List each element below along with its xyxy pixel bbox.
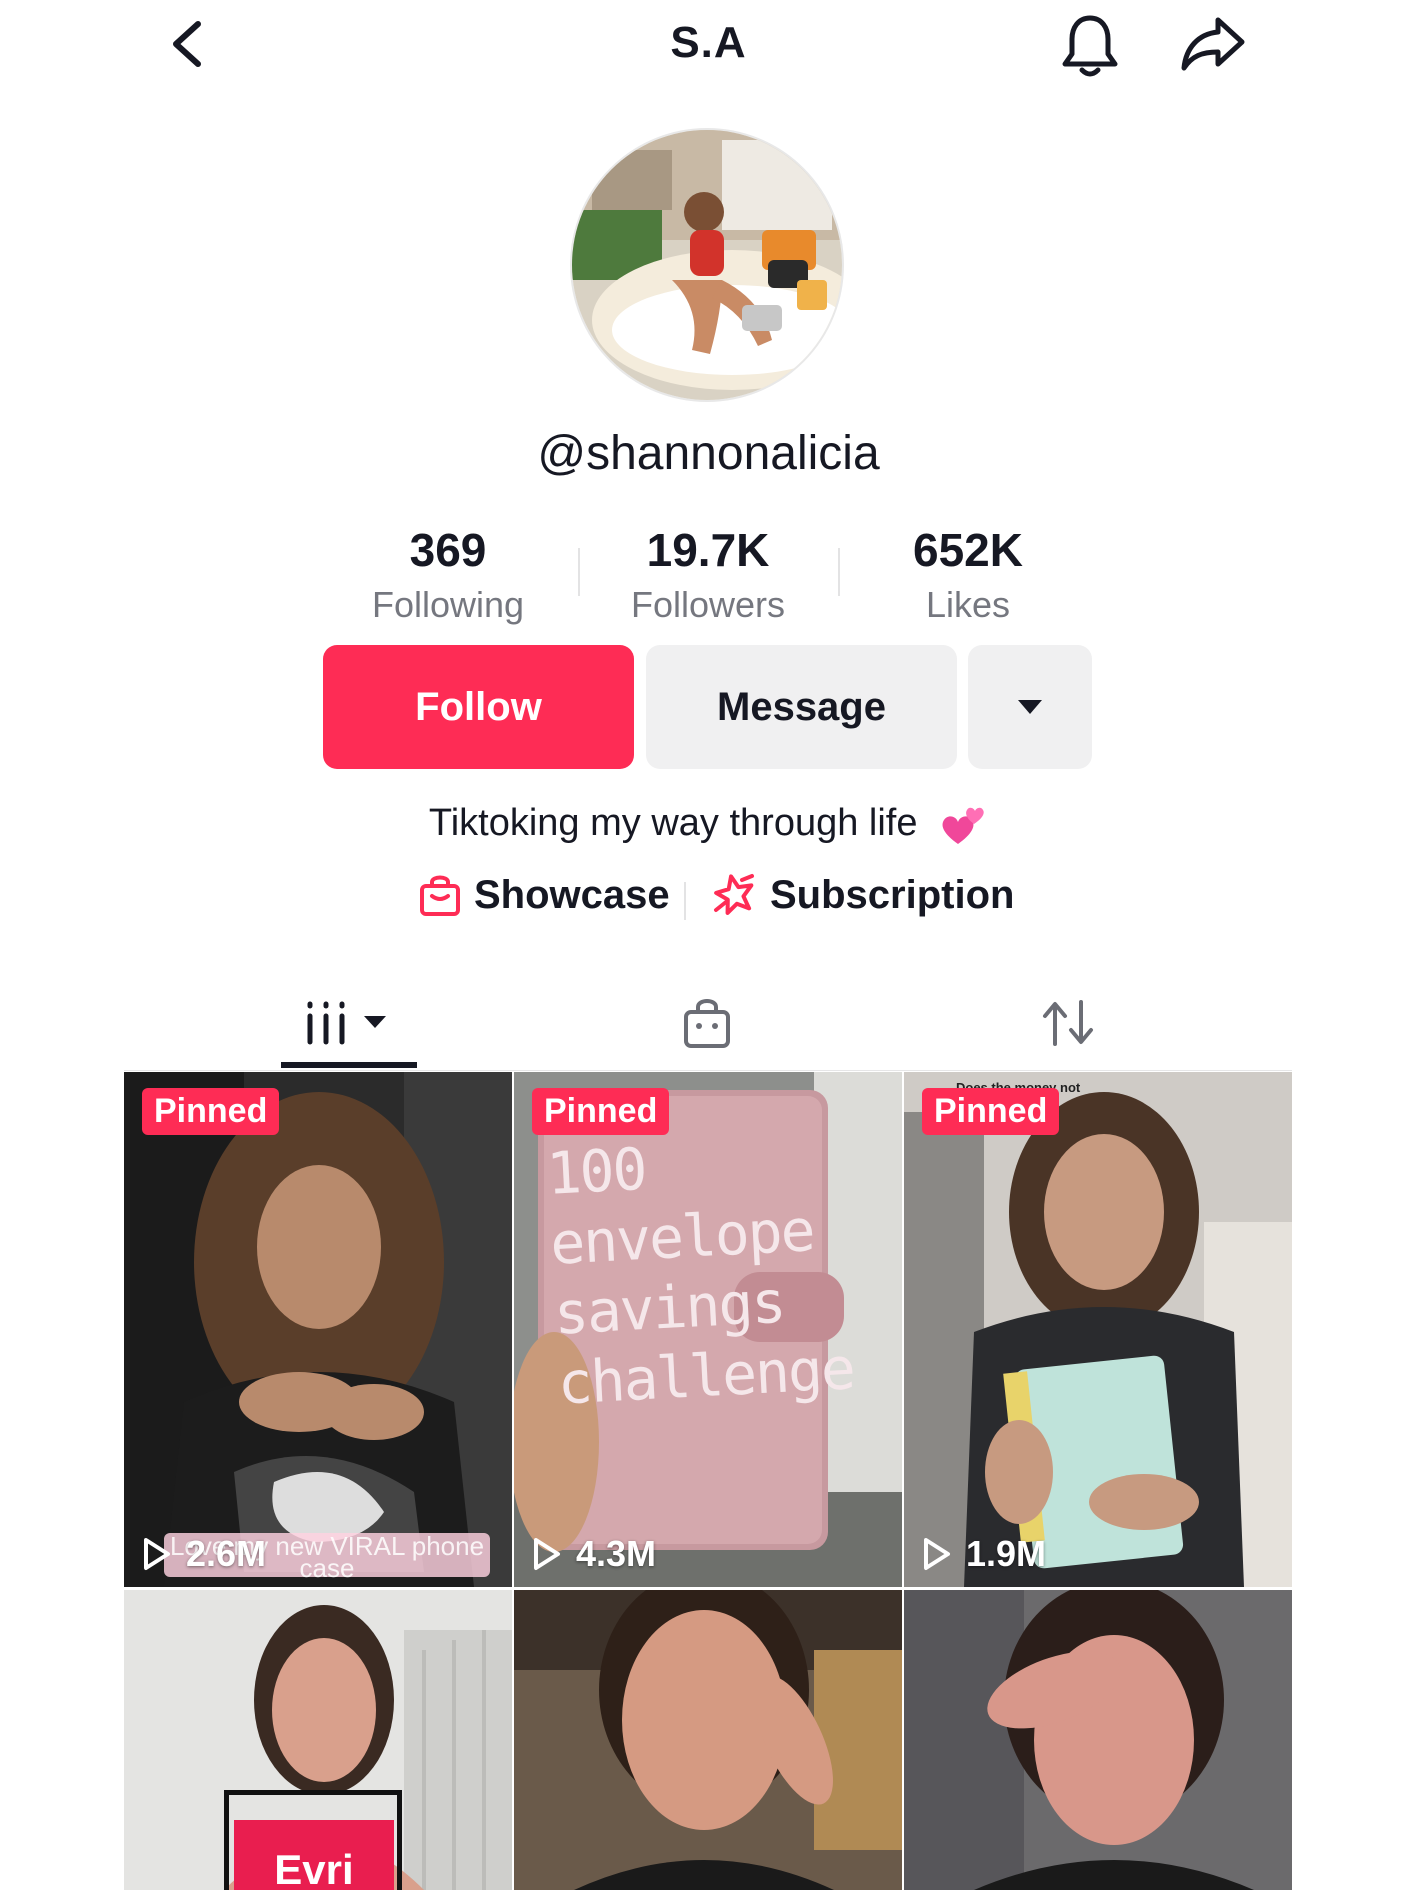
stat-following[interactable]: 369 Following xyxy=(318,522,578,632)
pinned-badge: Pinned xyxy=(532,1088,670,1135)
video-grid: Pinned Love my new VIRAL phone case 2.6M… xyxy=(124,1072,1292,1890)
share-arrow-icon xyxy=(1181,17,1245,71)
likes-count: 652K xyxy=(913,524,1023,576)
following-label: Following xyxy=(371,584,525,625)
showcase-link[interactable]: Showcase xyxy=(418,872,670,918)
notebook-cover-text: 100 envelope savings challenge xyxy=(544,1134,856,1418)
video-5-preview xyxy=(514,1590,902,1890)
likes-label: Likes xyxy=(925,584,1011,625)
video-thumbnail-4[interactable]: Evri xyxy=(124,1590,512,1890)
stat-likes[interactable]: 652K Likes xyxy=(838,522,1098,632)
content-tabs xyxy=(124,975,1292,1071)
profile-stats: 369 Following 19.7K Followers 652K Likes xyxy=(0,522,1417,632)
repost-icon xyxy=(1043,1000,1093,1046)
showcase-label: Showcase xyxy=(474,872,670,917)
followers-label: Followers xyxy=(630,584,786,625)
video-1-preview xyxy=(124,1072,512,1587)
suggested-accounts-button[interactable] xyxy=(968,645,1092,769)
subscription-link[interactable]: Subscription xyxy=(712,872,1014,918)
view-count: 1.9M xyxy=(922,1533,1046,1575)
caret-down-icon xyxy=(1018,700,1042,714)
profile-links: Showcase Subscription xyxy=(0,872,1417,932)
bell-icon xyxy=(1062,15,1118,77)
two-hearts-emoji xyxy=(942,807,984,844)
bio-text: Tiktoking my way through life xyxy=(428,802,918,845)
tab-reposts[interactable] xyxy=(1000,975,1136,1071)
video-6-preview xyxy=(904,1590,1292,1890)
link-divider xyxy=(684,882,686,920)
bio: Tiktoking my way through life xyxy=(0,800,1417,850)
pinned-badge: Pinned xyxy=(922,1088,1060,1135)
evri-sticker: Evri xyxy=(234,1820,394,1890)
video-thumbnail-5[interactable] xyxy=(514,1590,902,1890)
video-thumbnail-2[interactable]: 100 envelope savings challenge Pinned 4.… xyxy=(514,1072,902,1587)
video-3-preview xyxy=(904,1072,1292,1587)
view-count-text: 1.9M xyxy=(966,1533,1047,1574)
subscription-label: Subscription xyxy=(770,872,1015,917)
tab-shop[interactable] xyxy=(639,975,775,1071)
play-icon xyxy=(144,1538,170,1570)
video-thumbnail-3[interactable]: Does the money not Pinned 1.9M xyxy=(904,1072,1292,1587)
view-count: 2.6M xyxy=(142,1533,266,1575)
avatar[interactable] xyxy=(570,128,844,402)
view-count-text: 2.6M xyxy=(186,1533,267,1574)
stat-followers[interactable]: 19.7K Followers xyxy=(578,522,838,632)
follow-button[interactable]: Follow xyxy=(323,645,634,769)
video-thumbnail-1[interactable]: Pinned Love my new VIRAL phone case 2.6M xyxy=(124,1072,512,1587)
shopping-bag-icon xyxy=(684,999,730,1048)
followers-count: 19.7K xyxy=(646,524,770,576)
message-button[interactable]: Message xyxy=(646,645,957,769)
notifications-button[interactable] xyxy=(1058,12,1122,80)
avatar-photo xyxy=(572,130,842,400)
tab-videos[interactable] xyxy=(281,975,417,1071)
shopping-bag-icon xyxy=(420,875,460,916)
view-count-text: 4.3M xyxy=(576,1533,657,1574)
top-bar: S.A xyxy=(0,0,1417,90)
view-count: 4.3M xyxy=(532,1533,656,1575)
play-icon xyxy=(924,1538,950,1570)
play-icon xyxy=(534,1538,560,1570)
active-tab-indicator xyxy=(281,1062,417,1068)
username: @shannonalicia xyxy=(537,427,880,480)
pinned-badge: Pinned xyxy=(142,1088,280,1135)
star-badge-icon xyxy=(714,874,754,915)
grid-videos-icon xyxy=(307,1001,386,1045)
following-count: 369 xyxy=(409,524,487,576)
video-thumbnail-6[interactable] xyxy=(904,1590,1292,1890)
share-button[interactable] xyxy=(1178,14,1248,74)
